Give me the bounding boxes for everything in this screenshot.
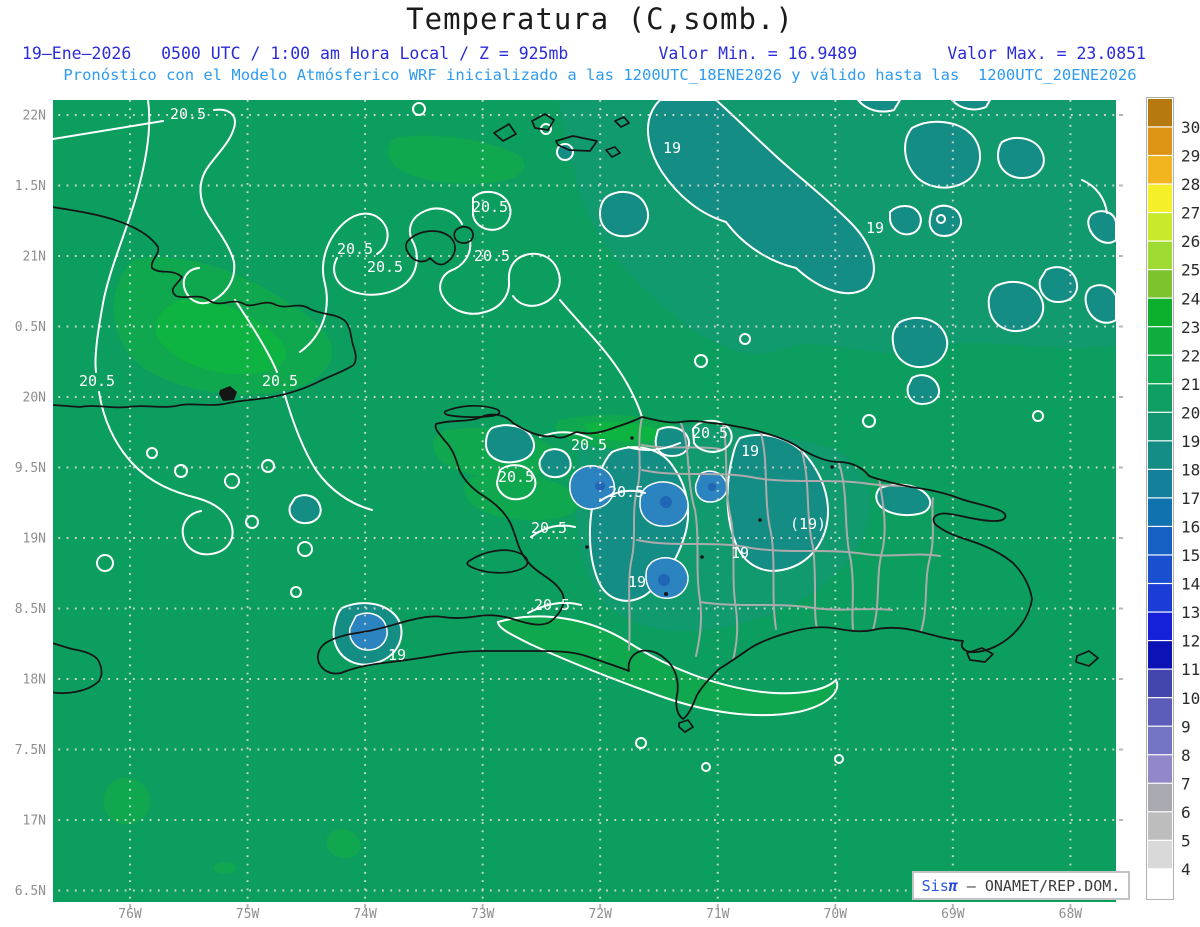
svg-text:24: 24: [1181, 289, 1200, 308]
svg-text:14: 14: [1181, 575, 1200, 594]
svg-text:19: 19: [731, 544, 749, 562]
svg-text:11: 11: [1181, 660, 1200, 679]
branding-box: Sis π – ONAMET/REP.DOM.: [912, 871, 1130, 900]
x-axis-labels: 76W 75W 74W 73W 72W 71W 70W 69W 68W: [118, 904, 1082, 922]
svg-text:20.5: 20.5: [472, 198, 508, 216]
svg-text:28: 28: [1181, 175, 1200, 194]
branding-org: ONAMET/REP.DOM.: [984, 876, 1121, 895]
svg-text:20.5: 20.5: [367, 258, 403, 276]
svg-text:71W: 71W: [706, 907, 730, 922]
map-canvas: 20.520.5 20.520.520.520.520.520.520.520.5…: [15, 97, 1200, 922]
svg-text:7: 7: [1181, 774, 1191, 793]
pi-icon: π: [948, 876, 958, 895]
svg-text:26: 26: [1181, 232, 1200, 251]
svg-text:7.5N: 7.5N: [15, 743, 46, 758]
svg-text:19: 19: [663, 139, 681, 157]
svg-text:75W: 75W: [236, 907, 260, 922]
svg-text:20N: 20N: [23, 391, 46, 406]
svg-text:29: 29: [1181, 147, 1200, 166]
svg-text:6.5N: 6.5N: [15, 884, 46, 899]
svg-text:9.5N: 9.5N: [15, 461, 46, 476]
svg-text:19N: 19N: [23, 532, 46, 547]
svg-text:20.5: 20.5: [571, 436, 607, 454]
svg-text:13: 13: [1181, 603, 1200, 622]
svg-text:69W: 69W: [941, 907, 965, 922]
svg-text:5: 5: [1181, 831, 1191, 850]
svg-text:72W: 72W: [588, 907, 612, 922]
svg-text:25: 25: [1181, 261, 1200, 280]
svg-text:16: 16: [1181, 518, 1200, 537]
svg-text:68W: 68W: [1059, 907, 1083, 922]
svg-text:21: 21: [1181, 375, 1200, 394]
colorbar: 30 29 28 27 26 25 24 23 22 21 20 19 18 17 16 15 14 13 12 11…: [1146, 97, 1200, 900]
weather-map-page: Temperatura (C,somb.) 19–Ene–2026 0500 U…: [0, 0, 1200, 927]
svg-text:20: 20: [1181, 403, 1200, 422]
svg-text:17N: 17N: [23, 814, 46, 829]
branding-separator: –: [957, 876, 985, 895]
svg-text:19: 19: [866, 219, 884, 237]
svg-text:9: 9: [1181, 717, 1191, 736]
svg-text:20.5: 20.5: [474, 247, 510, 265]
svg-text:30: 30: [1181, 118, 1200, 137]
svg-text:19: 19: [388, 646, 406, 664]
svg-text:73W: 73W: [471, 907, 495, 922]
svg-text:74W: 74W: [353, 907, 377, 922]
svg-text:70W: 70W: [824, 907, 848, 922]
svg-text:20.5: 20.5: [498, 468, 534, 486]
svg-text:21N: 21N: [23, 250, 46, 265]
svg-text:1.5N: 1.5N: [15, 179, 46, 194]
svg-text:22N: 22N: [23, 109, 46, 124]
svg-text:20.5: 20.5: [692, 424, 728, 442]
svg-text:10: 10: [1181, 689, 1200, 708]
svg-text:20.5: 20.5: [262, 372, 298, 390]
svg-text:20.5: 20.5: [79, 372, 115, 390]
svg-text:23: 23: [1181, 318, 1200, 337]
svg-text:27: 27: [1181, 204, 1200, 223]
branding-app-name: Sis: [921, 876, 949, 895]
svg-text:22: 22: [1181, 346, 1200, 365]
svg-text:0.5N: 0.5N: [15, 320, 46, 335]
svg-text:19: 19: [1181, 432, 1200, 451]
svg-text:8: 8: [1181, 746, 1191, 765]
svg-text:19: 19: [628, 573, 646, 591]
svg-text:76W: 76W: [118, 907, 142, 922]
svg-text:20.5: 20.5: [337, 240, 373, 258]
svg-text:(19): (19): [790, 515, 826, 533]
svg-text:20.5: 20.5: [531, 519, 567, 537]
svg-text:20.5: 20.5: [534, 596, 570, 614]
svg-text:6: 6: [1181, 803, 1191, 822]
svg-text:18: 18: [1181, 460, 1200, 479]
svg-text:12: 12: [1181, 632, 1200, 651]
svg-text:20.5: 20.5: [608, 483, 644, 501]
svg-text:20.5: 20.5: [170, 105, 206, 123]
svg-text:19: 19: [741, 442, 759, 460]
svg-text:8.5N: 8.5N: [15, 602, 46, 617]
svg-text:4: 4: [1181, 860, 1191, 879]
svg-text:15: 15: [1181, 546, 1200, 565]
svg-text:18N: 18N: [23, 673, 46, 688]
svg-text:17: 17: [1181, 489, 1200, 508]
